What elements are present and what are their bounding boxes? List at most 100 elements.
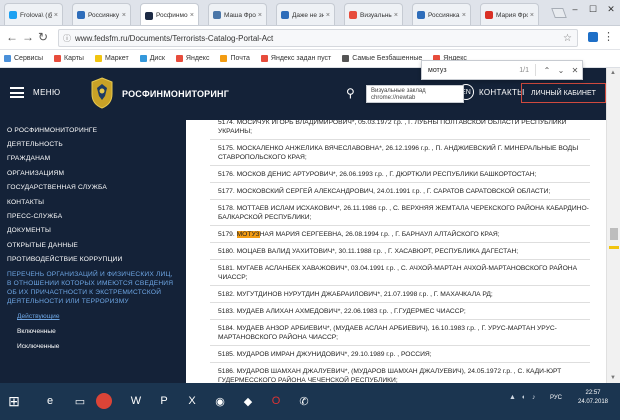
entry-text: 5181. МУГАЕВ АСЛАНБЕК ХАВАЖОВИЧ*, 03.04.…: [218, 265, 578, 281]
list-item: 5182. МУГУТДИНОВ НУРУТДИН ДЖАБРАИЛОВИЧ*,…: [210, 286, 590, 303]
nav-item[interactable]: ОТКРЫТЫЕ ДАННЫЕ: [0, 238, 186, 252]
nav-item[interactable]: ПРЕСС-СЛУЖБА: [0, 209, 186, 223]
clock[interactable]: 22:57 24.07.2018: [566, 389, 620, 407]
opera-icon[interactable]: O: [264, 389, 288, 413]
news-icon: [417, 11, 425, 19]
nav-item[interactable]: ДОКУМЕНТЫ: [0, 224, 186, 238]
windows-taskbar: ⊞ e ▭ W P X ◉ ◆ O ✆ ▲ ◐ ♪ РУС 22:57 24.0…: [0, 383, 620, 420]
search-highlight: МОТУЗ: [236, 231, 260, 238]
scrollbar[interactable]: ▲ ▼: [606, 68, 620, 383]
tab-label: Россиянку судят за: [88, 11, 120, 19]
site-brand[interactable]: РОСФИНМОНИТОРИНГ: [122, 89, 229, 99]
bookmark-item[interactable]: Самые Безбашенные: [342, 55, 422, 62]
tab-close-icon[interactable]: ×: [190, 12, 194, 19]
bookmark-favicon-icon: [54, 55, 62, 62]
twitter-icon: [9, 11, 17, 19]
find-prev-icon[interactable]: ⌃: [540, 66, 554, 75]
bookmark-item[interactable]: Яндекс задан пуст: [260, 55, 331, 62]
excel-icon[interactable]: X: [180, 389, 204, 413]
tab-close-icon[interactable]: ×: [530, 12, 534, 19]
bookmark-item[interactable]: Яндекс: [175, 55, 209, 62]
viber-icon[interactable]: ✆: [292, 389, 316, 413]
minimize-icon[interactable]: –: [566, 0, 584, 18]
bookmark-star-icon[interactable]: ☆: [563, 33, 572, 44]
scroll-up-icon[interactable]: ▲: [610, 70, 616, 76]
tab-6[interactable]: Визуальные заклад×: [344, 3, 403, 25]
tab-close-icon[interactable]: ×: [122, 12, 126, 19]
tab-1[interactable]: Frolova\ (@La72La)×: [4, 3, 63, 25]
tab-close-icon[interactable]: ×: [258, 12, 262, 19]
nav-item[interactable]: О РОСФИНМОНИТОРИНГЕ: [0, 123, 186, 137]
list-item: 5186. МУДАРОВ ШАМХАН ДЖАЛУЕВИЧ*, (МУДАРО…: [210, 363, 590, 383]
new-tab-button[interactable]: [551, 8, 567, 18]
tab-7[interactable]: Россиянка сохран×: [412, 3, 471, 25]
nav-subitem[interactable]: Исключенные: [0, 339, 186, 354]
info-icon[interactable]: ⓘ: [63, 33, 71, 44]
powerpoint-icon[interactable]: P: [152, 389, 176, 413]
find-next-icon[interactable]: ⌄: [554, 66, 568, 75]
tab-close-icon[interactable]: ×: [326, 12, 330, 19]
tooltip-url: chrome://newtab: [371, 95, 416, 101]
bookmark-label: Самые Безбашенные: [352, 55, 423, 62]
nav-item[interactable]: ПРОТИВОДЕЙСТВИЕ КОРРУПЦИИ: [0, 253, 186, 267]
bookmark-item[interactable]: Сервисы: [4, 55, 43, 62]
entry-text: 5174. МОСИЧУК ИГОРЬ ВЛАДИМИРОВИЧ*, 05.03…: [218, 120, 567, 135]
extension-icon[interactable]: [588, 32, 598, 42]
tab-close-icon[interactable]: ×: [54, 12, 58, 19]
bookmark-item[interactable]: Маркет: [94, 55, 129, 62]
bookmark-item[interactable]: Диск: [139, 55, 165, 62]
scroll-thumb[interactable]: [610, 228, 618, 240]
start-icon[interactable]: ⊞: [2, 389, 26, 413]
tray-icons[interactable]: ▲ ◐ ♪: [509, 394, 538, 401]
maximize-icon[interactable]: ☐: [584, 0, 602, 18]
tab-3[interactable]: Росфинмониторинг×: [140, 3, 199, 25]
scroll-down-icon[interactable]: ▼: [610, 375, 616, 381]
close-window-icon[interactable]: ✕: [602, 0, 620, 18]
nav-subitem[interactable]: Включенные: [0, 324, 186, 339]
list-item: 5175. МОСКАЛЕНКО АНЖЕЛИКА ВЯЧЕСЛАВОВНА*,…: [210, 140, 590, 166]
bookmark-item[interactable]: Почта: [220, 55, 250, 62]
forward-icon[interactable]: →: [22, 30, 34, 44]
firefox-icon[interactable]: ◉: [208, 389, 232, 413]
nav-item[interactable]: ОРГАНИЗАЦИЯМ: [0, 166, 186, 180]
find-close-icon[interactable]: ✕: [568, 66, 582, 75]
tab-5[interactable]: Даже не знаю, про×: [276, 3, 335, 25]
nav-item[interactable]: ГРАЖДАНАМ: [0, 152, 186, 166]
browser-menu-icon[interactable]: ⋮: [603, 30, 614, 43]
bookmark-item[interactable]: Карты: [54, 55, 84, 62]
entry-text: 5175. МОСКАЛЕНКО АНЖЕЛИКА ВЯЧЕСЛАВОВНА*,…: [218, 145, 579, 161]
bookmark-label: Почта: [230, 55, 250, 62]
list-item: 5176. МОСКОВ ДЕНИС АРТУРОВИЧ*, 26.06.199…: [210, 166, 590, 183]
back-icon[interactable]: ←: [6, 30, 18, 44]
search-icon[interactable]: ⚲: [346, 86, 355, 100]
media-icon[interactable]: ◆: [236, 389, 260, 413]
tab-close-icon[interactable]: ×: [462, 12, 466, 19]
tab-label: Маша Фролова: [224, 11, 256, 19]
find-input[interactable]: мотуз: [428, 67, 519, 74]
list-item: 5179. МОТУЗНАЯ МАРИЯ СЕРГЕЕВНА, 26.08.19…: [210, 226, 590, 243]
reload-icon[interactable]: ↻: [38, 30, 48, 44]
nav-item[interactable]: ДЕЯТЕЛЬНОСТЬ: [0, 137, 186, 151]
nav-group-title[interactable]: ПЕРЕЧЕНЬ ОРГАНИЗАЦИЙ И ФИЗИЧЕСКИХ ЛИЦ, В…: [0, 267, 186, 309]
tab-close-icon[interactable]: ×: [394, 12, 398, 19]
edge-icon[interactable]: e: [38, 389, 62, 413]
entry-text: 5184. МУДАЕВ АНЗОР АРБИЕВИЧ*, (МУДАЕВ АС…: [218, 325, 557, 341]
nav-item[interactable]: ГОСУДАРСТВЕННАЯ СЛУЖБА: [0, 181, 186, 195]
tab-4[interactable]: Маша Фролова×: [208, 3, 267, 25]
word-icon[interactable]: W: [124, 389, 148, 413]
nav-subitem[interactable]: Действующие: [0, 309, 186, 324]
entry-text: 5179.: [218, 231, 237, 238]
chrome-icon[interactable]: [96, 393, 112, 409]
bookmark-favicon-icon: [4, 55, 11, 62]
url-field[interactable]: ⓘ www.fedsfm.ru/Documents/Terrorists-Cat…: [58, 29, 578, 47]
tab-2[interactable]: Россиянку судят за×: [72, 3, 131, 25]
contacts-link[interactable]: КОНТАКТЫ: [479, 88, 525, 97]
input-language[interactable]: РУС: [550, 395, 562, 401]
nav-item[interactable]: КОНТАКТЫ: [0, 195, 186, 209]
entry-text-rest: НАЯ МАРИЯ СЕРГЕЕВНА, 26.08.1994 г.р. , Г…: [259, 231, 500, 238]
bookmark-label: Сервисы: [14, 55, 44, 62]
folder-icon[interactable]: ▭: [68, 389, 92, 413]
menu-button[interactable]: МЕНЮ: [10, 87, 60, 98]
tab-8[interactable]: Мария Фролова, т×: [480, 3, 539, 25]
personal-cabinet-button[interactable]: ЛИЧНЫЙ КАБИНЕТ: [521, 83, 606, 103]
